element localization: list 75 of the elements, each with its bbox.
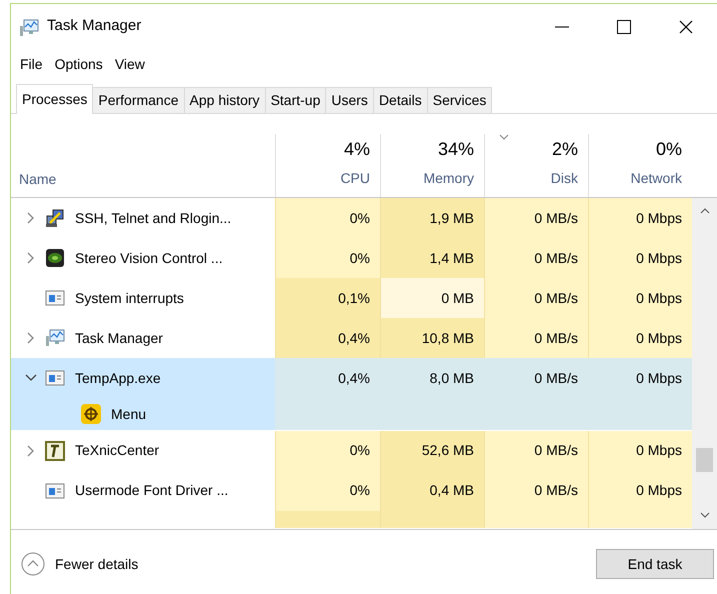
table-cell: 0 Mbps [588,198,692,238]
tab[interactable]: Performance [92,87,185,113]
eye-icon [45,248,65,268]
table-cell: 0 Mbps [588,430,692,471]
column-total: 2% [552,138,578,161]
column-header[interactable]: CPU [340,168,370,188]
tab[interactable]: Users [325,87,374,113]
table-cell: 8,0 MB [380,358,484,398]
table-cell: 0 Mbps [588,318,692,358]
close-icon [679,20,693,34]
table-cell: 0 MB/s [484,430,588,471]
table-cell: 0% [275,470,380,511]
table-cell: 0,4% [275,318,380,358]
maximize-icon [617,20,631,34]
table-cell: 0 Mbps [588,238,692,278]
end-task-button[interactable]: End task [596,549,714,579]
column-total: 34% [438,138,474,161]
table-cell: 52,6 MB [380,430,484,471]
table-cell: 0 MB/s [484,198,588,238]
table-cell: 0,1% [275,278,380,318]
process-name[interactable]: TeXnicCenter [75,440,160,462]
table-cell: 0% [275,430,380,471]
table-cell: 0 Mbps [588,470,692,511]
table-cell: 0 MB [380,278,484,318]
table-cell: 0 MB/s [484,318,588,358]
table-cell: 0 MB/s [484,470,588,511]
process-name[interactable]: Menu [111,404,146,425]
process-name[interactable]: Stereo Vision Control ... [75,248,223,269]
tab[interactable]: App history [184,87,266,113]
process-name[interactable]: Usermode Font Driver ... [75,480,228,502]
column-header[interactable]: Name [19,169,56,190]
scroll-up-icon [700,208,710,214]
column-total: 4% [344,138,370,161]
scroll-thumb[interactable] [696,448,713,472]
table-cell: 0 Mbps [588,358,692,398]
process-name[interactable]: Task Manager [75,328,163,349]
column-total: 0% [656,138,682,161]
table-cell: 0 MB/s [484,358,588,398]
table-cell: 0,4% [275,358,380,398]
tab[interactable]: Services [426,87,492,113]
process-name[interactable]: SSH, Telnet and Rlogin... [75,208,232,228]
window-icon [45,288,65,308]
monitor-icon [45,328,65,348]
table-cell: 0 MB/s [484,238,588,278]
tab[interactable]: Processes [16,84,94,114]
table-cell: 1,4 MB [380,238,484,278]
network-computers-icon [45,208,65,228]
window-title: Task Manager [47,16,142,36]
column-header[interactable]: Network [630,168,682,188]
app-icon [19,18,39,36]
table-cell: 0 Mbps [588,278,692,318]
menu-item[interactable]: Options [48,54,109,74]
menu-item[interactable]: File [14,54,49,74]
menu-item[interactable]: View [108,54,151,74]
minimize-icon [555,26,569,28]
window-icon [45,480,65,501]
column-header[interactable]: Memory [423,168,474,188]
letter-icon [45,440,65,461]
table-cell: 0% [275,198,380,238]
table-cell: 0% [275,238,380,278]
tab[interactable]: Start-up [264,87,326,113]
table-cell: 10,8 MB [380,318,484,358]
fewer-details-link[interactable]: Fewer details [21,552,138,576]
column-header[interactable]: Disk [550,168,578,188]
sort-icon [499,134,509,140]
collapse-circle-icon [21,552,45,576]
table-cell: 0 MB/s [484,278,588,318]
scroll-down-icon [700,512,710,518]
gear-icon [81,404,101,424]
process-name[interactable]: TempApp.exe [75,368,161,389]
table-cell: 1,9 MB [380,198,484,238]
process-name[interactable]: System interrupts [75,288,184,309]
window-icon [45,368,65,388]
tab[interactable]: Details [372,87,428,113]
table-cell: 0,4 MB [380,470,484,511]
